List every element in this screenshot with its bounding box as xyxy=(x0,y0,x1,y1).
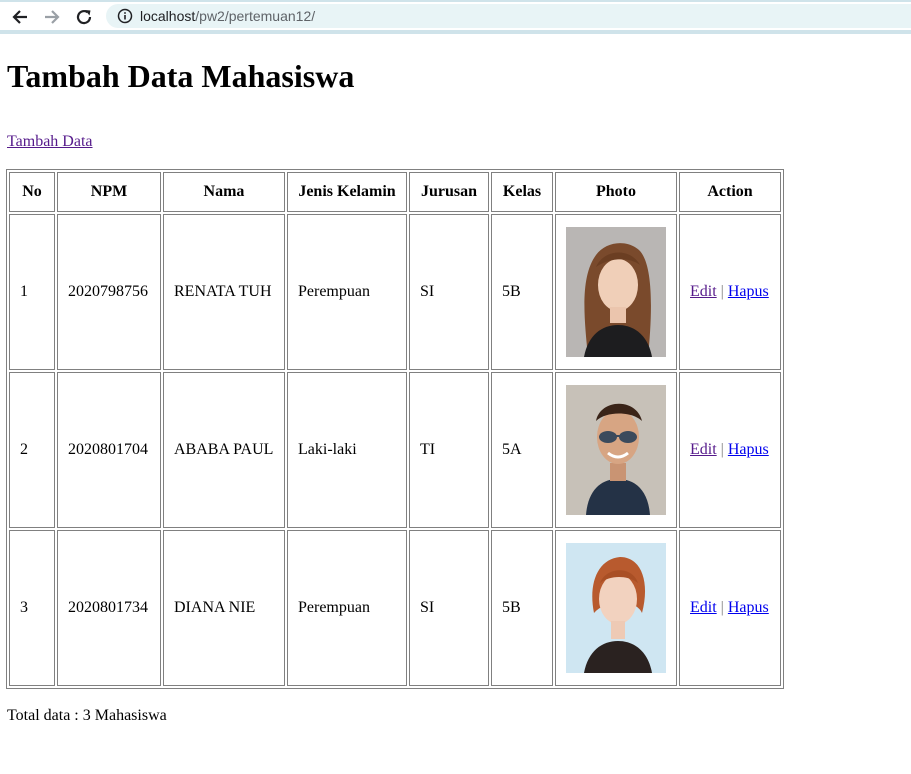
cell-jenis-kelamin: Perempuan xyxy=(287,214,407,370)
col-header-kelas: Kelas xyxy=(491,172,553,212)
cell-jurusan: SI xyxy=(409,214,489,370)
col-header-jurusan: Jurusan xyxy=(409,172,489,212)
url-host: localhost xyxy=(140,8,196,24)
cell-jenis-kelamin: Laki-laki xyxy=(287,372,407,528)
cell-jenis-kelamin: Perempuan xyxy=(287,530,407,686)
cell-photo xyxy=(555,214,677,370)
delete-link[interactable]: Hapus xyxy=(728,599,769,616)
info-icon[interactable] xyxy=(117,8,133,24)
forward-arrow-icon xyxy=(45,10,60,24)
cell-jurusan: SI xyxy=(409,530,489,686)
cell-action: Edit | Hapus xyxy=(679,372,781,528)
cell-photo xyxy=(555,372,677,528)
table-row: 1 2020798756 RENATA TUH Perempuan SI 5B … xyxy=(9,214,781,370)
table-header-row: No NPM Nama Jenis Kelamin Jurusan Kelas … xyxy=(9,172,781,212)
cell-nama: RENATA TUH xyxy=(163,214,285,370)
table-row: 3 2020801734 DIANA NIE Perempuan SI 5B E… xyxy=(9,530,781,686)
col-header-npm: NPM xyxy=(57,172,161,212)
student-photo xyxy=(566,227,666,357)
cell-no: 3 xyxy=(9,530,55,686)
col-header-no: No xyxy=(9,172,55,212)
reload-icon xyxy=(76,9,92,25)
browser-toolbar: localhost/pw2/pertemuan12/ xyxy=(0,0,911,34)
url-path: /pw2/pertemuan12/ xyxy=(195,8,316,24)
student-photo xyxy=(566,385,666,515)
add-data-link[interactable]: Tambah Data xyxy=(7,133,93,151)
col-header-photo: Photo xyxy=(555,172,677,212)
back-button[interactable] xyxy=(8,5,32,29)
cell-action: Edit | Hapus xyxy=(679,214,781,370)
edit-link[interactable]: Edit xyxy=(690,441,717,458)
col-header-action: Action xyxy=(679,172,781,212)
col-header-jenis-kelamin: Jenis Kelamin xyxy=(287,172,407,212)
cell-photo xyxy=(555,530,677,686)
cell-nama: DIANA NIE xyxy=(163,530,285,686)
student-photo xyxy=(566,543,666,673)
delete-link[interactable]: Hapus xyxy=(728,441,769,458)
forward-button[interactable] xyxy=(40,5,64,29)
back-arrow-icon xyxy=(12,10,27,24)
cell-no: 1 xyxy=(9,214,55,370)
cell-kelas: 5B xyxy=(491,530,553,686)
reload-button[interactable] xyxy=(72,5,96,29)
action-separator: | xyxy=(720,441,724,458)
cell-kelas: 5B xyxy=(491,214,553,370)
students-table: No NPM Nama Jenis Kelamin Jurusan Kelas … xyxy=(6,169,784,689)
col-header-nama: Nama xyxy=(163,172,285,212)
cell-npm: 2020801704 xyxy=(57,372,161,528)
total-data-text: Total data : 3 Mahasiswa xyxy=(7,707,167,724)
delete-link[interactable]: Hapus xyxy=(728,283,769,300)
page-title: Tambah Data Mahasiswa xyxy=(7,58,355,94)
cell-npm: 2020798756 xyxy=(57,214,161,370)
cell-kelas: 5A xyxy=(491,372,553,528)
edit-link[interactable]: Edit xyxy=(690,599,717,616)
edit-link[interactable]: Edit xyxy=(690,283,717,300)
table-row: 2 2020801704 ABABA PAUL Laki-laki TI 5A xyxy=(9,372,781,528)
cell-action: Edit | Hapus xyxy=(679,530,781,686)
cell-nama: ABABA PAUL xyxy=(163,372,285,528)
cell-jurusan: TI xyxy=(409,372,489,528)
address-bar[interactable]: localhost/pw2/pertemuan12/ xyxy=(106,4,911,28)
cell-npm: 2020801734 xyxy=(57,530,161,686)
cell-no: 2 xyxy=(9,372,55,528)
action-separator: | xyxy=(720,599,724,616)
action-separator: | xyxy=(720,283,724,300)
